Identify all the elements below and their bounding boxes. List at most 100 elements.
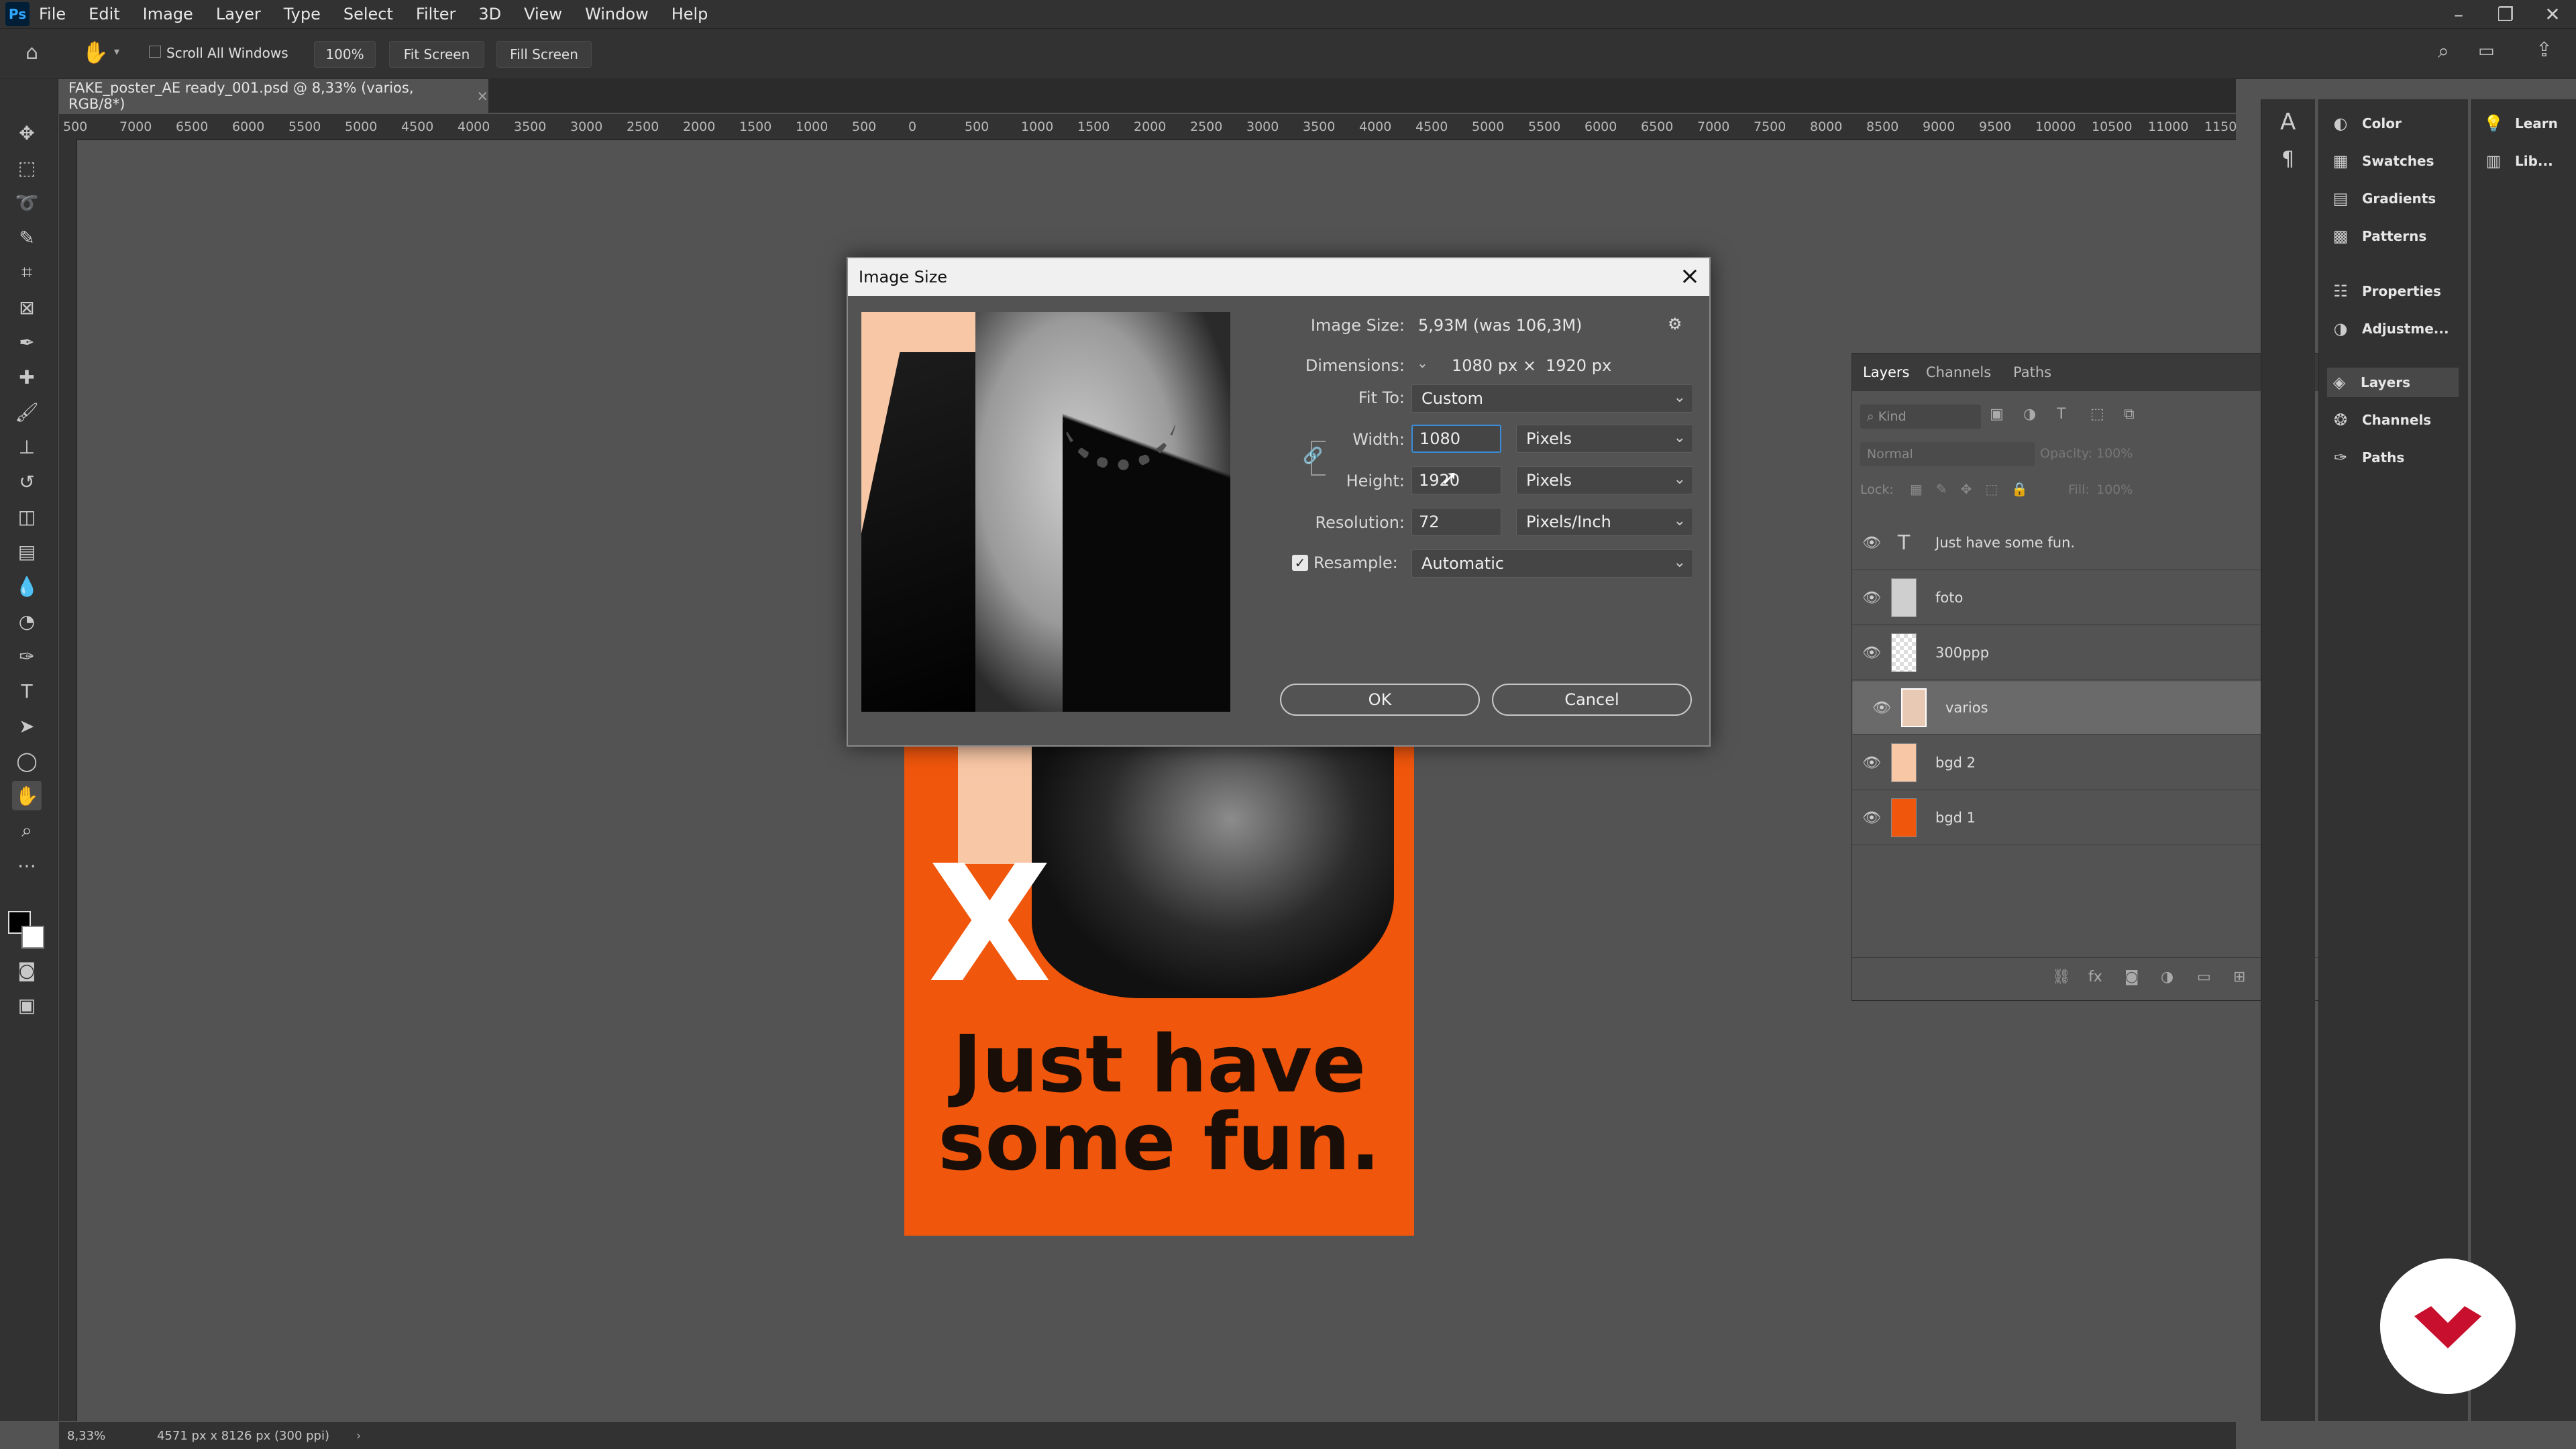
resample-select[interactable]: Automatic ⌄ xyxy=(1411,549,1693,578)
filter-adjustment-icon[interactable]: ◑ xyxy=(2023,406,2036,423)
panel-swatches[interactable]: ▦ Swatches xyxy=(2328,146,2434,176)
panel-layers[interactable]: ◈ Layers xyxy=(2327,368,2459,397)
filter-type-icon[interactable]: T xyxy=(2057,406,2065,423)
crop-tool-icon[interactable]: ⌗ xyxy=(12,258,42,287)
menu-layer[interactable]: Layer xyxy=(216,5,261,23)
close-window-icon[interactable]: ✕ xyxy=(2529,3,2576,25)
eye-icon[interactable]: 👁 xyxy=(1852,590,1891,606)
menu-image[interactable]: Image xyxy=(143,5,193,23)
quick-select-tool-icon[interactable]: ✎ xyxy=(12,223,42,252)
layer-row[interactable]: 👁 T Just have some fun. xyxy=(1852,516,2298,570)
close-tab-icon[interactable]: × xyxy=(476,88,488,104)
share-icon[interactable]: ⇪ xyxy=(2536,38,2553,62)
move-tool-icon[interactable]: ✥ xyxy=(12,118,42,148)
path-selection-tool-icon[interactable]: ➤ xyxy=(12,711,42,741)
opacity-value[interactable]: 100% xyxy=(2096,446,2133,461)
layer-row[interactable]: 👁 bgd 2 xyxy=(1852,736,2298,790)
filter-pixel-icon[interactable]: ▣ xyxy=(1990,406,2004,423)
panel-color[interactable]: ◐ Color xyxy=(2328,109,2402,138)
tab-layers[interactable]: Layers xyxy=(1863,364,1910,380)
screen-mode-icon[interactable]: ▣ xyxy=(12,990,42,1020)
layer-row[interactable]: 👁 foto xyxy=(1852,571,2298,625)
adjustment-layer-icon[interactable]: ◑ xyxy=(2161,969,2174,985)
gradient-tool-icon[interactable]: ▤ xyxy=(12,537,42,566)
eye-icon[interactable]: 👁 xyxy=(1852,645,1891,661)
home-icon[interactable]: ⌂ xyxy=(25,41,38,64)
menu-filter[interactable]: Filter xyxy=(416,5,455,23)
eye-icon[interactable]: 👁 xyxy=(1852,755,1891,771)
resolution-input[interactable]: 72 xyxy=(1411,508,1501,536)
hand-tool-preset-icon[interactable]: ✋ xyxy=(82,40,109,65)
layer-row-selected[interactable]: 👁 varios xyxy=(1852,681,2298,735)
menu-view[interactable]: View xyxy=(524,5,562,23)
panel-gradients[interactable]: ▤ Gradients xyxy=(2328,184,2436,213)
eraser-tool-icon[interactable]: ◫ xyxy=(12,502,42,531)
eye-icon[interactable]: 👁 xyxy=(1852,810,1891,826)
menu-select[interactable]: Select xyxy=(343,5,393,23)
fx-icon[interactable]: fx xyxy=(2088,969,2102,985)
type-tool-icon[interactable]: T xyxy=(12,676,42,706)
history-brush-tool-icon[interactable]: ↺ xyxy=(12,467,42,496)
pen-tool-icon[interactable]: ✑ xyxy=(12,641,42,671)
blend-mode-select[interactable]: Normal xyxy=(1860,442,2035,466)
image-preview[interactable] xyxy=(861,312,1230,712)
dimensions-unit-chevron-icon[interactable]: ⌄ xyxy=(1417,355,1428,371)
settings-gear-icon[interactable]: ⚙ xyxy=(1668,315,1682,333)
resample-checkbox[interactable]: ✓ xyxy=(1292,555,1308,571)
paragraph-panel-icon[interactable]: ¶ xyxy=(2282,148,2294,171)
filter-shape-icon[interactable]: ⬚ xyxy=(2090,406,2104,423)
zoom-tool-icon[interactable]: ⌕ xyxy=(12,816,42,845)
ellipse-tool-icon[interactable]: ◯ xyxy=(12,746,42,775)
filter-smart-object-icon[interactable]: ⧉ xyxy=(2124,406,2135,423)
menu-3d[interactable]: 3D xyxy=(478,5,501,23)
frame-tool-icon[interactable]: ⊠ xyxy=(12,292,42,322)
tab-channels[interactable]: Channels xyxy=(1926,364,1991,380)
chevron-right-icon[interactable]: › xyxy=(356,1429,361,1443)
layer-row[interactable]: 👁 bgd 1 xyxy=(1852,791,2298,845)
eye-icon[interactable]: 👁 xyxy=(1862,700,1901,716)
background-color-swatch[interactable] xyxy=(21,926,44,949)
new-layer-icon[interactable]: ⊞ xyxy=(2233,969,2245,985)
resolution-unit-select[interactable]: Pixels/Inch ⌄ xyxy=(1516,508,1693,536)
lasso-tool-icon[interactable]: ➰ xyxy=(12,188,42,217)
workspace-icon[interactable]: ▭ xyxy=(2478,41,2495,61)
restore-icon[interactable]: ❐ xyxy=(2482,3,2529,25)
panel-libraries[interactable]: ▥ Lib... xyxy=(2481,146,2553,176)
clone-stamp-tool-icon[interactable]: ⊥ xyxy=(12,432,42,462)
document-tab[interactable]: FAKE_poster_AE ready_001.psd @ 8,33% (va… xyxy=(59,79,488,113)
fit-screen-button[interactable]: Fit Screen xyxy=(389,41,484,68)
marquee-tool-icon[interactable]: ⬚ xyxy=(12,153,42,182)
blur-tool-icon[interactable]: 💧 xyxy=(12,572,42,601)
hand-tool-icon[interactable]: ✋ xyxy=(12,781,42,810)
panel-channels[interactable]: ❂ Channels xyxy=(2328,405,2431,435)
panel-adjustments[interactable]: ◑ Adjustme... xyxy=(2328,314,2449,343)
status-zoom[interactable]: 8,33% xyxy=(67,1429,148,1443)
panel-properties[interactable]: ☷ Properties xyxy=(2328,276,2441,306)
new-group-icon[interactable]: ▭ xyxy=(2197,969,2211,985)
cancel-button[interactable]: Cancel xyxy=(1492,684,1692,716)
scroll-all-windows-checkbox[interactable] xyxy=(149,46,161,58)
panel-paths[interactable]: ✑ Paths xyxy=(2328,443,2404,472)
menu-edit[interactable]: Edit xyxy=(89,5,119,23)
add-mask-icon[interactable]: ◙ xyxy=(2125,969,2139,985)
layer-row[interactable]: 👁 300ppp xyxy=(1852,626,2298,680)
menu-window[interactable]: Window xyxy=(585,5,649,23)
brush-tool-icon[interactable]: 🖌 xyxy=(12,397,42,427)
menu-type[interactable]: Type xyxy=(284,5,321,23)
chevron-down-icon[interactable]: ▾ xyxy=(114,45,119,58)
menu-file[interactable]: File xyxy=(39,5,66,23)
eye-icon[interactable]: 👁 xyxy=(1852,535,1891,551)
dodge-tool-icon[interactable]: ◔ xyxy=(12,606,42,636)
tab-paths[interactable]: Paths xyxy=(2013,364,2051,380)
ok-button[interactable]: OK xyxy=(1280,684,1480,716)
fill-value[interactable]: 100% xyxy=(2096,482,2133,497)
link-layers-icon[interactable]: ⛓ xyxy=(2052,969,2071,985)
panel-patterns[interactable]: ▩ Patterns xyxy=(2328,221,2427,251)
link-constrain-icon[interactable]: 🔗 xyxy=(1303,446,1323,465)
width-unit-select[interactable]: Pixels ⌄ xyxy=(1516,425,1693,453)
quick-mask-icon[interactable]: ◙ xyxy=(12,955,42,985)
zoom-100-button[interactable]: 100% xyxy=(314,41,376,68)
height-unit-select[interactable]: Pixels ⌄ xyxy=(1516,466,1693,494)
search-icon[interactable]: ⌕ xyxy=(2438,40,2449,63)
more-tools-icon[interactable]: ⋯ xyxy=(12,851,42,880)
